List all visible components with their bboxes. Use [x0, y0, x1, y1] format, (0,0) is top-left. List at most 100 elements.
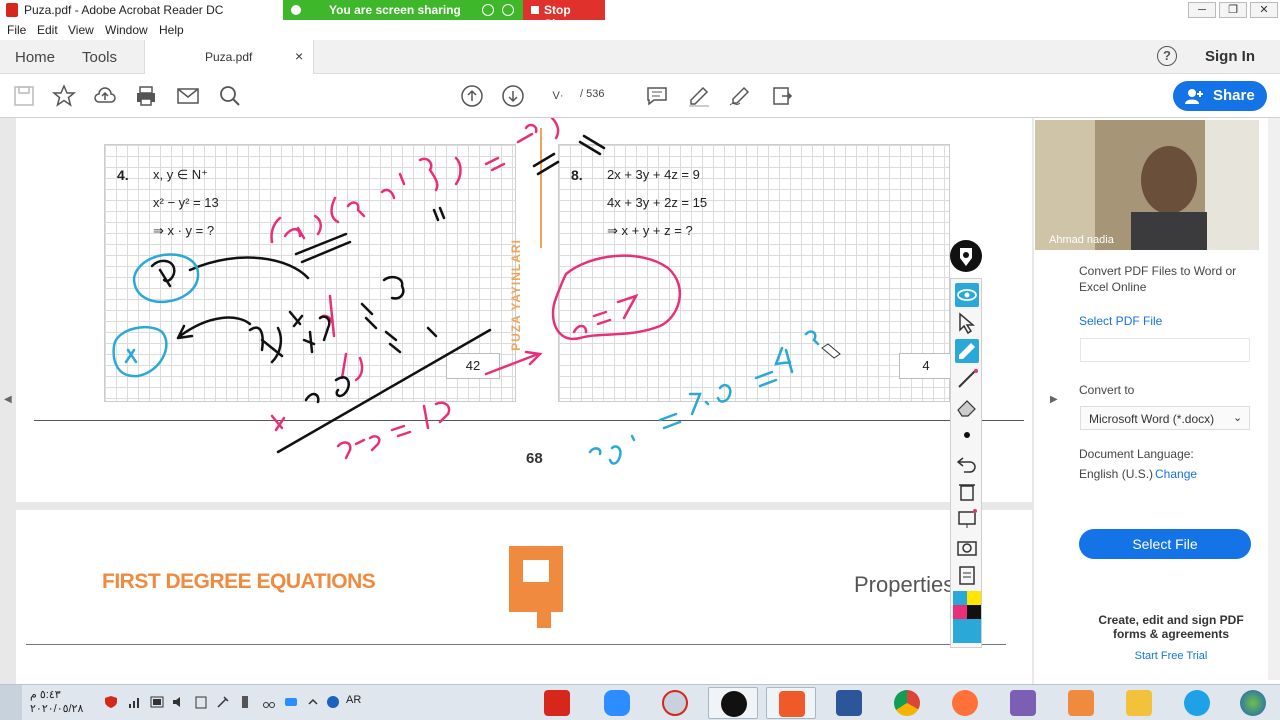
select-pdf-link[interactable]: Select PDF File: [1079, 314, 1162, 328]
share-status-icon: [291, 5, 301, 15]
menu-edit[interactable]: Edit: [37, 23, 58, 37]
input-language[interactable]: AR: [346, 694, 361, 706]
zoom-icon: [604, 690, 630, 716]
chevron-down-icon: ⌄: [1233, 412, 1243, 424]
upload-cloud-icon[interactable]: [93, 84, 117, 108]
folder-icon: [1126, 690, 1152, 716]
tab-home[interactable]: Home: [15, 49, 55, 66]
line-tool-icon[interactable]: [955, 367, 979, 391]
network-signal-icon[interactable]: [128, 695, 142, 709]
email-icon[interactable]: [176, 84, 200, 108]
page-number: 68: [526, 450, 543, 467]
document-viewport[interactable]: 4. x, y ∈ N⁺ x² − y² = 13 ⇒ x · y = ? 42…: [0, 118, 1034, 684]
taskbar-screen-recorder[interactable]: [766, 687, 816, 719]
undo-icon[interactable]: [955, 451, 979, 475]
volume-icon[interactable]: [172, 695, 186, 709]
add-person-icon: [1185, 89, 1203, 104]
start-button[interactable]: [1228, 687, 1278, 719]
change-language-link[interactable]: Change: [1155, 467, 1197, 481]
clipboard-icon[interactable]: [955, 563, 979, 587]
taskbar-zoom[interactable]: [592, 687, 642, 719]
taskbar-chrome[interactable]: [882, 687, 932, 719]
language-value: English (U.S.): [1079, 467, 1154, 481]
taskbar-word[interactable]: [824, 687, 874, 719]
menu-help[interactable]: Help: [159, 23, 184, 37]
taskbar-annotation-app[interactable]: [708, 687, 758, 719]
trash-icon[interactable]: [955, 479, 979, 503]
convert-format-select[interactable]: Microsoft Word (*.docx) ⌄: [1080, 406, 1250, 430]
vertical-scrollbar[interactable]: [1268, 118, 1280, 680]
page-number-input[interactable]: V·: [540, 86, 576, 106]
convert-to-label: Convert to: [1079, 383, 1135, 397]
screen-share-banner: You are screen sharing: [283, 0, 523, 20]
comment-icon[interactable]: [645, 84, 669, 108]
tab-tools[interactable]: Tools: [82, 49, 117, 66]
taskbar-internet-explorer[interactable]: [1172, 687, 1222, 719]
pause-share-icon[interactable]: [482, 4, 494, 16]
usb-tray-icon[interactable]: [238, 695, 252, 709]
cursor-icon[interactable]: [955, 311, 979, 335]
pen-tool-icon[interactable]: [955, 339, 979, 363]
stop-share-button[interactable]: Stop Share: [523, 0, 605, 31]
participant-video-frame: [1035, 120, 1259, 250]
left-panel-toggle-icon[interactable]: ◀: [4, 394, 12, 405]
problem-8-answer: 4: [899, 353, 953, 379]
select-file-button[interactable]: Select File: [1079, 529, 1251, 559]
taskbar-file-explorer[interactable]: [1114, 687, 1164, 719]
eye-icon[interactable]: [955, 283, 979, 307]
battery-icon[interactable]: [150, 695, 164, 709]
highlight-pen-icon[interactable]: [687, 84, 711, 108]
annotation-app-logo[interactable]: [950, 240, 982, 272]
tab-document[interactable]: Puza.pdf ×: [144, 40, 314, 74]
minimize-button[interactable]: ─: [1188, 2, 1216, 18]
internet-explorer-icon: [1184, 690, 1210, 716]
sign-in-link[interactable]: Sign In: [1205, 48, 1255, 65]
previous-page-icon[interactable]: [460, 84, 484, 108]
close-window-button[interactable]: ✕: [1250, 2, 1278, 18]
section-title: Properties: [854, 572, 955, 597]
print-icon[interactable]: [134, 84, 158, 108]
start-free-trial-link[interactable]: Start Free Trial: [1086, 650, 1256, 662]
share-button[interactable]: Share: [1173, 81, 1267, 111]
dot-size-icon[interactable]: [955, 423, 979, 447]
publisher-logo: [509, 546, 563, 628]
snipping-tray-icon[interactable]: [262, 695, 276, 709]
acrobat-app-icon: [6, 3, 18, 17]
taskbar-snipping-tool[interactable]: [650, 687, 700, 719]
security-shield-icon[interactable]: [104, 695, 118, 709]
taskbar-visual-studio[interactable]: [998, 687, 1048, 719]
search-icon[interactable]: [218, 84, 242, 108]
camera-icon[interactable]: [955, 535, 979, 559]
taskbar-acrobat[interactable]: [532, 687, 582, 719]
system-clock[interactable]: ٥:٤٣ م ٢٠٢٠/٠٥/٢٨: [30, 688, 83, 716]
bluetooth-icon[interactable]: [326, 695, 340, 709]
sign-pen-icon[interactable]: [728, 84, 752, 108]
taskbar-firefox[interactable]: [940, 687, 990, 719]
close-tab-icon[interactable]: ×: [295, 48, 303, 64]
eraser-icon[interactable]: [955, 395, 979, 419]
menu-view[interactable]: View: [68, 23, 94, 37]
taskbar-media-player[interactable]: [1056, 687, 1106, 719]
share-button-label: Share: [1213, 87, 1255, 104]
menu-window[interactable]: Window: [105, 23, 148, 37]
selected-pdf-field[interactable]: [1080, 338, 1250, 362]
next-page-icon[interactable]: [501, 84, 525, 108]
color-palette-icon[interactable]: [953, 591, 981, 643]
shield-icon[interactable]: [502, 4, 514, 16]
tools-tray-icon[interactable]: [216, 695, 230, 709]
help-icon[interactable]: ?: [1157, 46, 1177, 66]
show-desktop-button[interactable]: [0, 685, 22, 720]
zoom-tray-icon[interactable]: [284, 695, 298, 709]
clipboard-tray-icon[interactable]: [194, 695, 208, 709]
menu-file[interactable]: File: [7, 23, 26, 37]
problem-8-equation-2: 4x + 3y + 2z = 15: [607, 195, 708, 210]
show-hidden-icons[interactable]: [306, 695, 320, 709]
visual-studio-icon: [1010, 690, 1036, 716]
bookmark-star-icon[interactable]: [52, 84, 76, 108]
restore-button[interactable]: ❐: [1219, 2, 1247, 18]
whiteboard-icon[interactable]: [955, 507, 979, 531]
problem-8-question: ⇒ x + y + z = ?: [607, 223, 693, 238]
share-file-icon[interactable]: [770, 84, 794, 108]
right-panel-toggle-icon[interactable]: ▶: [1050, 394, 1058, 405]
save-icon[interactable]: [12, 84, 36, 108]
